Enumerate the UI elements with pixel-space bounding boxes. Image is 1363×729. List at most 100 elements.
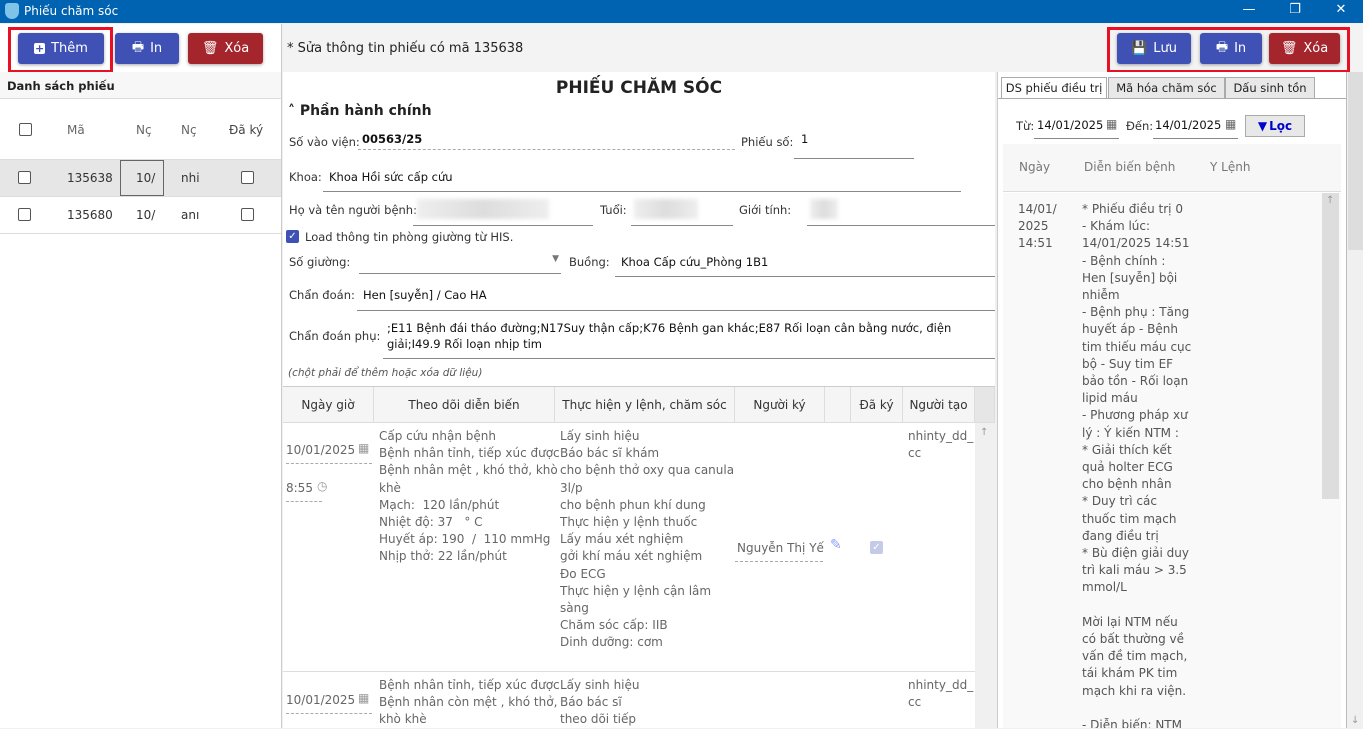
list-title: Danh sách phiếu — [7, 79, 115, 93]
row-progress[interactable]: Bệnh nhân tỉnh, tiếp xúc được Bệnh nhân … — [379, 677, 560, 729]
list-item[interactable]: 135638 10/ nhi — [0, 160, 281, 197]
app-logo-icon — [5, 3, 19, 19]
scroll-up-icon: ↑ — [1326, 195, 1335, 206]
row-disease-progress: * Phiếu điều trị 0 - Khám lúc: 14/01/202… — [1082, 202, 1192, 728]
list-item[interactable]: 135680 10/ anı — [0, 197, 281, 234]
select-all-checkbox[interactable] — [19, 123, 32, 136]
trash-icon: 🗑 — [201, 41, 219, 56]
row-orders[interactable]: Lấy sinh hiệu Báo bác sĩ theo dõi tiếp — [560, 677, 640, 729]
filter-icon: ▼ — [1257, 119, 1268, 133]
calendar-icon[interactable]: ▦ — [358, 691, 369, 705]
treatment-row[interactable]: 14/01/ 2025 14:51 * Phiếu điều trị 0 - K… — [1003, 193, 1341, 728]
secondary-diagnosis-label: Chẩn đoán phụ: — [289, 329, 381, 343]
col-orders: Y Lệnh — [1210, 160, 1251, 174]
secondary-diagnosis-field[interactable]: ;E11 Bệnh đái tháo đường;N17Suy thận cấp… — [387, 320, 993, 352]
to-date-input[interactable]: 14/01/2025 — [1155, 118, 1221, 132]
delete-form-button[interactable]: 🗑 Xóa — [1269, 33, 1340, 64]
row-ma: 135638 — [67, 171, 113, 185]
row-signed-checkbox[interactable] — [241, 171, 254, 184]
load-his-checkbox[interactable]: ✓ — [286, 230, 299, 243]
admission-number[interactable]: 00563/25 — [362, 132, 422, 146]
section-title: Phần hành chính — [299, 103, 432, 119]
print-form-button[interactable]: 🖶 In — [1200, 33, 1262, 64]
form-number-label: Phiếu số: — [741, 135, 794, 149]
row-creator: nhinty_dd_ cc — [908, 678, 974, 710]
scroll-down-icon: ↓ — [1351, 715, 1360, 726]
calendar-icon[interactable]: ▦ — [358, 441, 369, 455]
row-time[interactable]: 8:55 — [286, 480, 313, 497]
list-header: Mã Nç Nç Đã ký — [0, 100, 281, 160]
gender-field[interactable] — [810, 199, 838, 219]
title-bar: Phiếu chăm sóc — ❐ ✕ — [0, 0, 1363, 23]
col-orders[interactable]: Thực hiện y lệnh, chăm sóc — [555, 387, 735, 423]
add-button[interactable]: + Thêm — [18, 33, 104, 64]
grid-row[interactable]: 10/01/2025 ▦ Bệnh nhân tỉnh, tiếp xúc đư… — [283, 673, 975, 729]
care-grid: Ngày giờ Theo dõi diễn biến Thực hiện y … — [283, 386, 995, 729]
scroll-up-icon: ↑ — [980, 427, 989, 438]
window-title: Phiếu chăm sóc — [24, 4, 119, 18]
row-progress[interactable]: Cấp cứu nhận bệnh Bệnh nhân tỉnh, tiếp x… — [379, 428, 560, 566]
calendar-icon[interactable]: ▦ — [1106, 117, 1117, 131]
age-field[interactable] — [634, 199, 698, 219]
list-panel: Danh sách phiếu Mã Nç Nç Đã ký 135638 10… — [0, 72, 282, 728]
delete-form-label: Xóa — [1303, 41, 1329, 56]
maximize-button[interactable]: ❐ — [1280, 2, 1310, 20]
save-button[interactable]: 💾 Lưu — [1117, 33, 1191, 64]
printer-icon: 🖶 — [1215, 39, 1229, 55]
patient-name-label: Họ và tên người bệnh: — [289, 203, 417, 217]
form-title: PHIẾU CHĂM SÓC — [555, 78, 723, 98]
printer-icon: 🖶 — [131, 39, 145, 55]
row-date[interactable]: 10/01/2025 — [286, 692, 355, 709]
row-date[interactable]: 10/01/2025 — [286, 442, 355, 459]
room-label: Buồng: — [569, 255, 610, 269]
tab-treatment-list[interactable]: DS phiếu điều trị — [1001, 77, 1107, 99]
clock-icon[interactable]: ◷ — [317, 479, 327, 493]
from-label: Từ: — [1016, 119, 1035, 133]
row-nguoi: anı — [181, 208, 200, 222]
signed-checkbox[interactable]: ✓ — [870, 541, 883, 554]
department-field[interactable]: Khoa Hồi sức cấp cứu — [329, 170, 453, 184]
tab-care-coding[interactable]: Mã hóa chăm sóc — [1108, 77, 1225, 99]
col-creator[interactable]: Người tạo — [903, 387, 975, 423]
close-button[interactable]: ✕ — [1326, 2, 1356, 20]
col-nguoi: Nç — [181, 123, 197, 137]
admission-label: Số vào viện: — [289, 135, 360, 149]
col-signer[interactable]: Người ký — [735, 387, 825, 423]
minimize-button[interactable]: — — [1234, 2, 1264, 20]
pencil-icon[interactable]: ✎ — [830, 537, 842, 553]
room-field[interactable]: Khoa Cấp cứu_Phòng 1B1 — [621, 255, 768, 269]
bed-dropdown[interactable]: ▼ — [359, 252, 561, 274]
chevron-up-icon: ˄ — [288, 103, 300, 119]
diagnosis-field[interactable]: Hen [suyễn] / Cao HA — [363, 288, 487, 302]
row-checkbox[interactable] — [18, 171, 31, 184]
print-label: In — [150, 41, 163, 56]
row-orders[interactable]: Lấy sinh hiệu Báo bác sĩ khám cho bệnh t… — [560, 428, 734, 652]
patient-name-field[interactable] — [417, 199, 549, 219]
treatment-scrollbar[interactable]: ↑ — [1322, 193, 1339, 499]
diagnosis-label: Chẩn đoán: — [289, 288, 355, 302]
col-progress[interactable]: Theo dõi diễn biến — [374, 387, 555, 423]
row-ngay: 10/ — [136, 208, 156, 222]
from-date-input[interactable]: 14/01/2025 — [1037, 118, 1103, 132]
delete-button[interactable]: 🗑 Xóa — [188, 33, 263, 64]
panel-scrollbar[interactable]: ↓ — [1346, 72, 1363, 728]
age-label: Tuổi: — [600, 203, 627, 217]
filter-button[interactable]: ▼ Lọc — [1245, 115, 1305, 137]
print-button[interactable]: 🖶 In — [115, 33, 179, 64]
col-signed[interactable]: Đã ký — [851, 387, 903, 423]
dropdown-arrow-icon: ▼ — [552, 254, 559, 264]
scrollbar-corner — [975, 387, 995, 423]
col-date[interactable]: Ngày giờ — [283, 387, 374, 423]
tab-vital-signs[interactable]: Dấu sinh tồn — [1225, 77, 1315, 99]
section-header[interactable]: ˄ Phần hành chính — [288, 103, 432, 119]
grid-row[interactable]: 10/01/2025 ▦ 8:55 ◷ Cấp cứu nhận bệnh Bệ… — [283, 423, 975, 672]
form-number-field[interactable]: 1 — [801, 132, 808, 146]
hint-text: (chột phải để thêm hoặc xóa dữ liệu) — [288, 367, 483, 379]
row-signed-checkbox[interactable] — [241, 208, 254, 221]
grid-scrollbar[interactable]: ↑ — [975, 423, 995, 729]
row-signer[interactable]: Nguyễn Thị Yế — [737, 540, 824, 557]
calendar-icon[interactable]: ▦ — [1225, 117, 1236, 131]
treatment-header: Ngày Diễn biến bệnh Y Lệnh — [1003, 144, 1341, 192]
col-ngay: Nç — [136, 123, 152, 137]
row-checkbox[interactable] — [18, 208, 31, 221]
